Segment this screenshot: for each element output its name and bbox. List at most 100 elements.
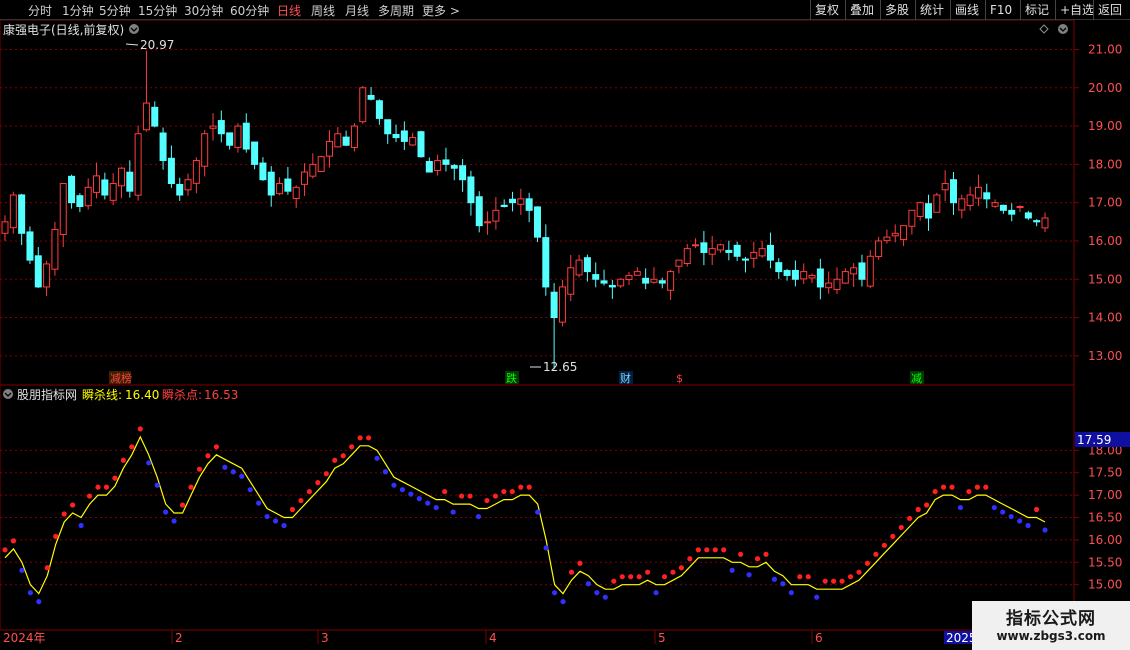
indicator-dot (1025, 522, 1031, 529)
candle-body (991, 202, 999, 207)
candle-body (317, 156, 325, 172)
mark-button[interactable]: 标记 (1020, 0, 1053, 20)
indicator-dots (2, 426, 1048, 605)
candle-body (209, 125, 217, 129)
back-button[interactable]: 返回 (1093, 0, 1130, 20)
candle-body (958, 198, 966, 211)
candle-body (18, 194, 26, 234)
period-tab-1min[interactable]: 1分钟 (62, 2, 94, 19)
period-tab-60min[interactable]: 60分钟 (230, 2, 269, 19)
indicator-dot (137, 426, 143, 432)
indicator-dot (628, 574, 634, 580)
title-dropdown-icon[interactable] (129, 24, 139, 34)
indicator-dot (653, 590, 659, 596)
low-label: 12.65 (543, 360, 577, 374)
candle-body (966, 194, 974, 207)
candle-body (766, 244, 774, 261)
indicator-dot (788, 590, 794, 596)
y-tick-label: 17.50 (1088, 466, 1122, 480)
period-tab-multi[interactable]: 多周期 (378, 2, 414, 19)
candle-body (841, 271, 849, 284)
x-tick-label: 5 (658, 631, 666, 645)
indicator-dot (526, 484, 532, 490)
indicator-dot (873, 551, 879, 557)
candle-body (983, 192, 991, 200)
candle-body (692, 244, 700, 247)
candle-body (750, 251, 758, 259)
indicator-dot (594, 590, 600, 596)
candle-body (717, 244, 725, 251)
period-tab-15min[interactable]: 15分钟 (138, 2, 177, 19)
indicator-dot (103, 484, 110, 490)
indicator-dot (932, 488, 938, 495)
candle-body (800, 271, 808, 280)
y-tick-label: 15.50 (1088, 555, 1122, 569)
indicator-dot (44, 565, 50, 571)
diamond-icon[interactable] (1039, 24, 1049, 34)
period-tab-daily[interactable]: 日线 (277, 2, 301, 19)
period-tab-monthly[interactable]: 月线 (345, 2, 369, 19)
candle-body (184, 179, 192, 191)
candle-body (176, 183, 184, 196)
indicator-dot (36, 599, 42, 605)
candle-body (625, 274, 633, 280)
indicator-dot (349, 444, 355, 450)
multi-stock-button[interactable]: 多股 (880, 0, 913, 20)
indicator-dot (839, 578, 845, 584)
period-tab-more[interactable]: 更多 > (422, 2, 460, 19)
candle-body (450, 165, 458, 169)
candle-body (791, 269, 799, 280)
candle-body (142, 102, 150, 131)
candle-body (442, 159, 450, 165)
candle-body (359, 87, 367, 123)
indicator-y-axis: 18.0017.5017.0016.5016.0015.5015.00 (1074, 443, 1122, 592)
indicator-dot (298, 497, 304, 504)
indicator-dot (729, 567, 735, 573)
indicator-dot (129, 444, 135, 450)
indicator-dot (27, 590, 33, 596)
candlestick-series (1, 50, 1049, 370)
indicator-dot (171, 518, 177, 524)
candle-body (425, 161, 433, 173)
candle-body (808, 274, 816, 279)
draw-line-button[interactable]: 画线 (950, 0, 983, 20)
x-tick-label: 6 (815, 631, 823, 645)
add-favorite-button[interactable]: +自选 (1055, 0, 1098, 20)
main-settings-icon[interactable] (1058, 24, 1068, 34)
indicator-dot (695, 547, 701, 553)
candle-body (109, 183, 117, 201)
indicator-dot (188, 484, 194, 490)
period-tab-weekly[interactable]: 周线 (311, 2, 335, 19)
candle-body (234, 125, 242, 148)
overlay-button[interactable]: 叠加 (845, 0, 878, 20)
period-tab-intraday[interactable]: 分时 (28, 2, 52, 19)
indicator-dot (391, 482, 397, 488)
f10-button[interactable]: F10 (985, 0, 1016, 20)
signal-marker: 减 (911, 372, 922, 385)
indicator-dot (146, 460, 152, 466)
indicator-dot (365, 435, 372, 441)
indicator-dot (991, 504, 997, 511)
candle-body (925, 203, 933, 219)
indicator-dot (763, 551, 769, 557)
indicator-dot (281, 522, 287, 529)
adjust-button[interactable]: 复权 (810, 0, 843, 20)
period-tab-5min[interactable]: 5分钟 (99, 2, 131, 19)
indicator-dot (864, 560, 871, 566)
candle-body (459, 165, 467, 181)
statistics-button[interactable]: 统计 (915, 0, 948, 20)
indicator-dot (949, 484, 955, 490)
indicator-dot (442, 488, 448, 495)
indicator-dropdown-icon[interactable] (3, 389, 13, 399)
candle-body (242, 122, 250, 150)
indicator-dot (222, 464, 228, 470)
indicator-dot (475, 513, 482, 520)
indicator-dot (822, 578, 828, 584)
kline-chart[interactable]: 21.00 20.00 19.00 18.00 17.00 16.00 15.00 14.00… (0, 20, 1130, 650)
candle-body (1024, 212, 1032, 219)
indicator-grid (0, 449, 1074, 586)
indicator-dot (974, 484, 980, 490)
period-tab-30min[interactable]: 30分钟 (184, 2, 223, 19)
indicator-dot (771, 576, 778, 582)
y-tick-label: 15.00 (1088, 272, 1122, 286)
